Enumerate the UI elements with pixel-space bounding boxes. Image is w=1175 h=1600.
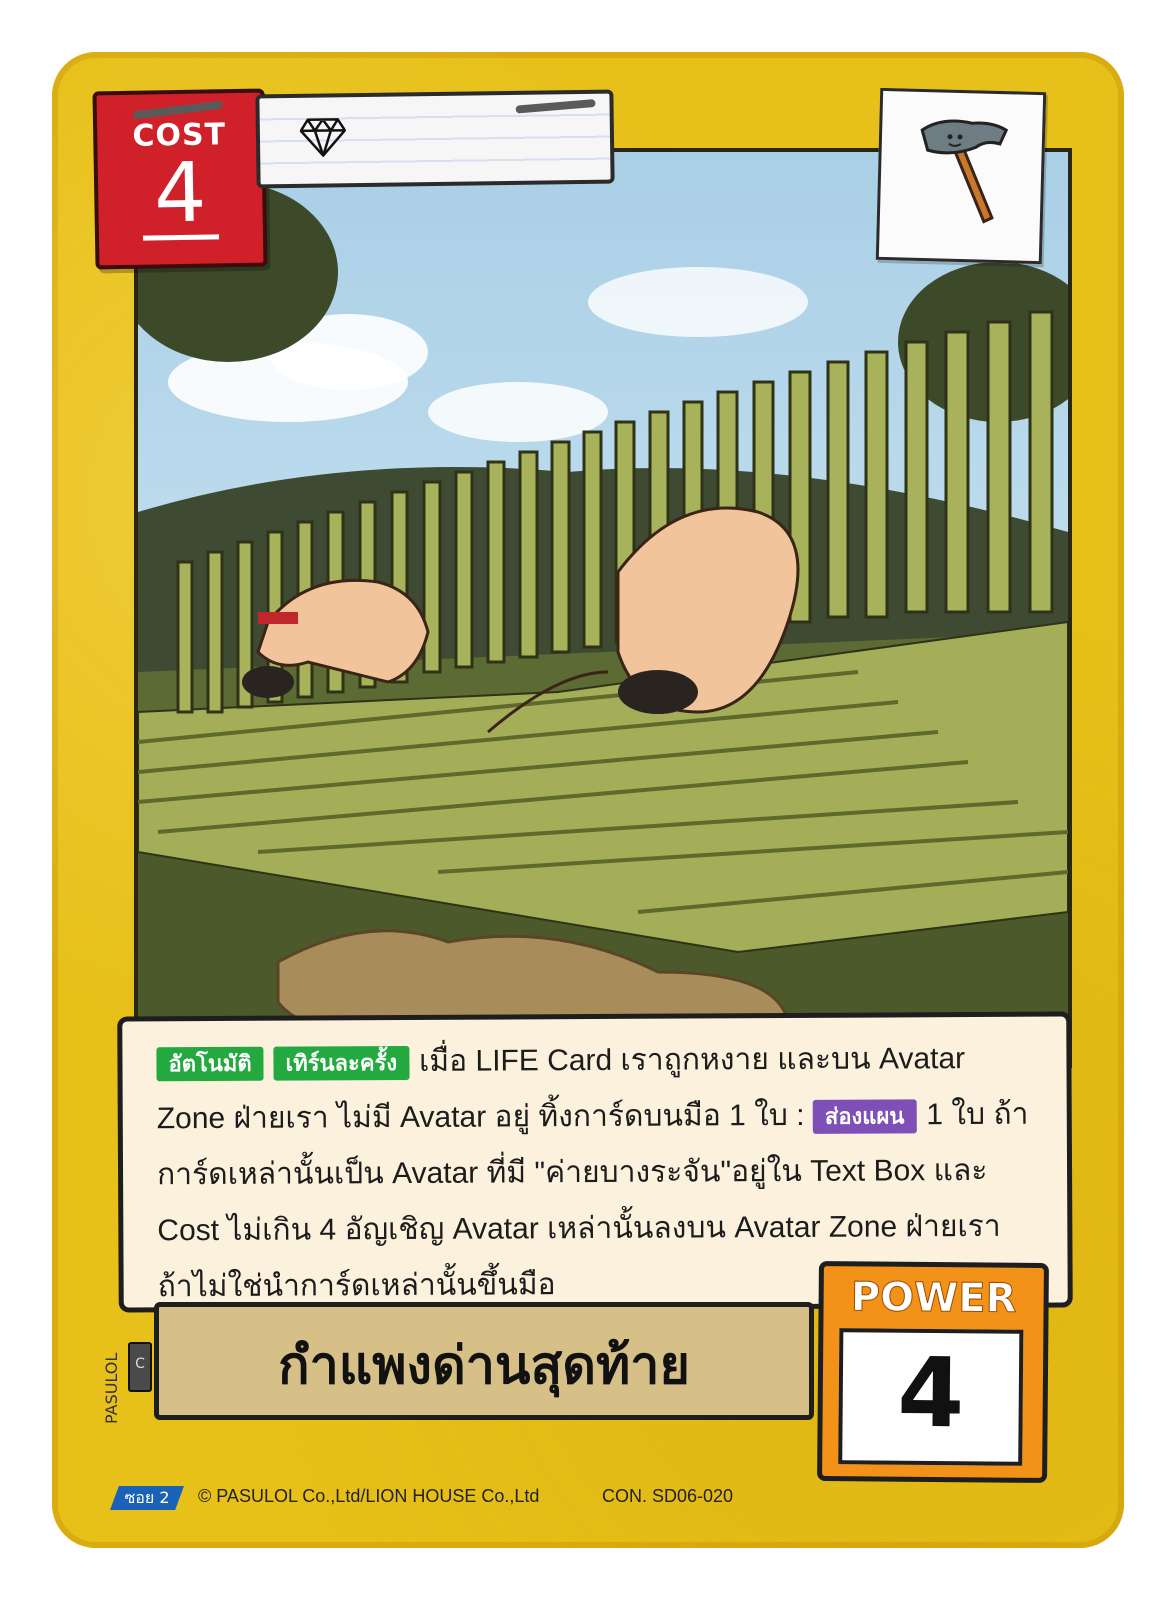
power-badge: POWER 4	[817, 1261, 1049, 1483]
rarity-label: C	[135, 1356, 145, 1372]
card-artwork	[134, 148, 1072, 1068]
cost-value: 4	[153, 145, 208, 242]
cost-badge: COST 4	[92, 88, 268, 270]
card-frame: COST 4 อัตโนมัติ เทิร์นละครั้ง เมื่อ LIFE …	[52, 52, 1124, 1548]
set-badge: ซอย 2	[110, 1486, 184, 1510]
tape-mark	[515, 98, 596, 114]
power-label: POWER	[850, 1274, 1017, 1322]
copyright-text: © PASULOL Co.,Ltd/LION HOUSE Co.,Ltd	[198, 1486, 540, 1506]
type-note	[875, 87, 1047, 265]
diamond-icon	[299, 118, 347, 157]
look-tag: ส่องแผน	[812, 1099, 917, 1134]
auto-tag: อัตโนมัติ	[156, 1046, 264, 1082]
once-per-turn-tag: เทิร์นละครั้ง	[273, 1046, 410, 1081]
card-name-bar: กำแพงด่านสุดท้าย	[154, 1302, 814, 1420]
power-box: 4	[838, 1328, 1024, 1466]
card-name: กำแพงด่านสุดท้าย	[278, 1337, 690, 1395]
artist-credit: PASULOL	[102, 1352, 121, 1424]
power-value: 4	[896, 1336, 965, 1450]
rarity-badge: C	[128, 1342, 152, 1392]
gem-tape	[255, 89, 615, 189]
hammer-icon	[920, 119, 1009, 224]
card-code: CON. SD06-020	[602, 1486, 734, 1506]
artwork-illustration	[138, 152, 1068, 1064]
